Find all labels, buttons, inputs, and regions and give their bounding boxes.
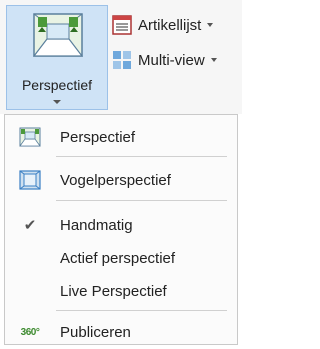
background-strip: [0, 345, 242, 349]
multi-view-label: Multi-view: [138, 51, 205, 69]
chevron-down-icon: [207, 23, 214, 27]
birds-eye-view-icon: [18, 169, 42, 191]
ribbon-toolbar: Perspectief Artikellijst Multi-view: [0, 0, 242, 114]
menu-item-label: Live Perspectief: [60, 282, 167, 300]
article-list-icon: [112, 15, 132, 35]
menu-item-active-perspective[interactable]: Actief perspectief: [5, 243, 237, 273]
checkmark-icon: ✔: [23, 216, 37, 234]
multi-view-icon: [113, 51, 131, 69]
menu-separator: [56, 200, 227, 201]
menu-item-perspective[interactable]: Perspectief: [5, 122, 237, 152]
chevron-down-icon: [53, 100, 61, 104]
perspective-icon: [33, 13, 83, 57]
menu-item-label: Actief perspectief: [60, 249, 176, 267]
publish-360-icon: 360°: [20, 326, 40, 338]
perspective-ribbon-label: Perspectief: [21, 77, 93, 93]
menu-item-manual[interactable]: ✔ Handmatig: [5, 210, 237, 240]
menu-separator: [56, 310, 227, 311]
menu-item-live-perspective[interactable]: Live Perspectief: [5, 276, 237, 306]
perspective-ribbon-button[interactable]: Perspectief: [6, 5, 108, 110]
chevron-down-icon: [210, 58, 217, 62]
menu-separator: [56, 156, 227, 157]
article-list-label: Artikellijst: [138, 16, 202, 34]
article-list-button[interactable]: Artikellijst: [112, 12, 214, 38]
perspective-icon: [18, 126, 42, 148]
menu-item-label: Handmatig: [60, 216, 133, 234]
multi-view-button[interactable]: Multi-view: [112, 47, 217, 73]
menu-item-birds-eye-view[interactable]: Vogelperspectief: [5, 165, 237, 195]
menu-item-publish[interactable]: 360° Publiceren: [5, 317, 237, 347]
menu-item-label: Vogelperspectief: [60, 171, 171, 189]
menu-item-label: Publiceren: [60, 323, 131, 341]
menu-item-label: Perspectief: [60, 128, 136, 146]
perspective-dropdown-menu: Perspectief Vogelperspectief ✔ Handmatig…: [4, 114, 238, 345]
